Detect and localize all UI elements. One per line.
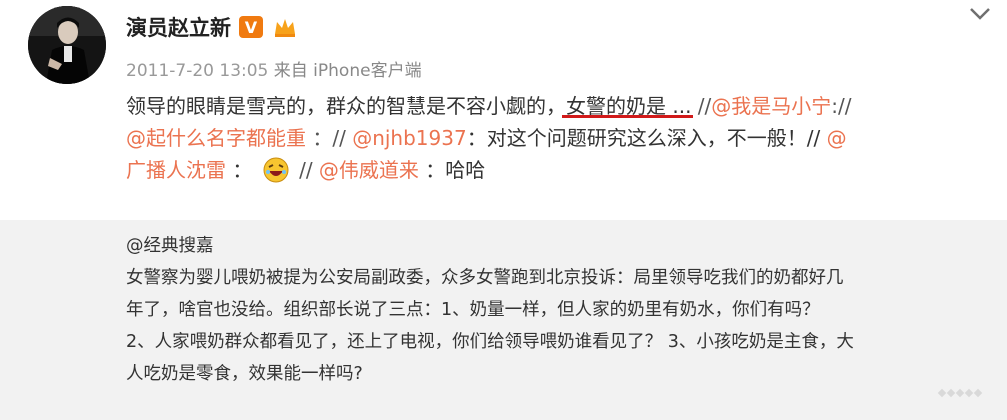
weibo-post: 演员赵立新 V 2011-7-20 13:05 来自 iPhone客户端 领导的… [0,0,1007,420]
repost-line: 2、人家喂奶群众都看见了，还上了电视，你们给领导喂奶谁看见了？ 3、小孩吃奶是主… [126,332,854,352]
repost-separator: // [299,158,313,182]
post-content: 领导的眼睛是雪亮的，群众的智慧是不容小觑的，女警的奶是 ... //@我是马小宁… [126,90,996,186]
verified-badge-icon: V [239,16,263,38]
watermark-icon [937,382,999,404]
mention-link[interactable]: @伟威道来 [319,158,419,182]
underlined-text: 女警的奶是 ... [566,94,692,118]
repost-separator: ：// [312,126,346,150]
repost-separator: :// [831,94,852,118]
chevron-down-icon[interactable] [965,2,995,26]
mention-link[interactable]: @我是马小宁 [711,94,831,118]
content-text: ：对这个问题研究这么深入，不一般！// [466,126,821,150]
content-line-3: 广播人沈雷 ： // @伟威道来 ：哈哈 [126,154,996,186]
repost-line: 人吃奶是零食，效果能一样吗? [126,364,363,384]
mention-link[interactable]: 广播人沈雷 [126,158,226,182]
post-meta: 2011-7-20 13:05 来自 iPhone客户端 [126,56,422,81]
content-text: ： [232,158,253,182]
repost-author[interactable]: @经典搜嘉 [126,230,986,262]
mention-link[interactable]: @njhb1937 [352,126,467,150]
repost-line: 女警察为婴儿喂奶被提为公安局副政委，众多女警跑到北京投诉：局里领导吃我们的奶都好… [126,268,844,288]
mention-link[interactable]: @ [827,126,847,150]
laughing-emoji-icon [263,157,289,183]
vip-crown-icon [271,15,299,39]
avatar-photo-icon [28,6,106,84]
post-timestamp[interactable]: 2011-7-20 13:05 [126,61,268,81]
content-line-2: @起什么名字都能重 ：// @njhb1937：对这个问题研究这么深入，不一般！… [126,122,996,154]
repost-body: @经典搜嘉 女警察为婴儿喂奶被提为公安局副政委，众多女警跑到北京投诉：局里领导吃… [126,230,986,390]
author-header: 演员赵立新 V [126,12,299,42]
mention-link[interactable]: @起什么名字都能重 [126,126,306,150]
author-avatar[interactable] [28,6,106,84]
repost-separator: // [697,94,712,118]
repost-line: 年了，啥官也没给。组织部长说了三点：1、奶量一样，但人家的奶里有奶水，你们有吗？ [126,300,820,320]
content-text: 领导的眼睛是雪亮的，群众的智慧是不容小觑的 [126,94,546,118]
content-text: ：哈哈 [425,158,486,182]
content-line-1: 领导的眼睛是雪亮的，群众的智慧是不容小觑的，女警的奶是 ... //@我是马小宁… [126,90,996,122]
post-source: 来自 iPhone客户端 [273,61,422,81]
author-name[interactable]: 演员赵立新 [126,12,231,42]
reposted-content[interactable]: @经典搜嘉 女警察为婴儿喂奶被提为公安局副政委，众多女警跑到北京投诉：局里领导吃… [0,220,1007,420]
